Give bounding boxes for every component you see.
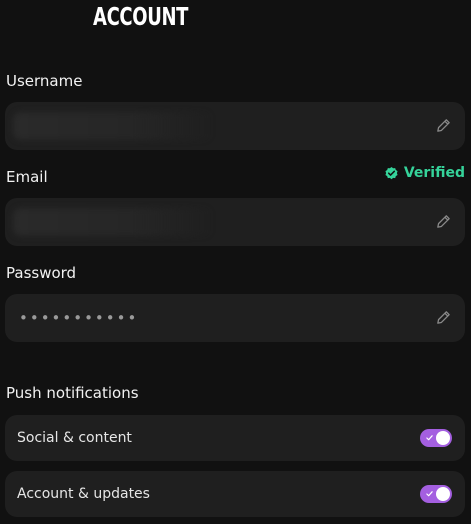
check-circle-icon <box>385 166 398 179</box>
social-content-toggle[interactable] <box>420 429 452 447</box>
pencil-icon[interactable] <box>435 213 452 230</box>
email-label: Email <box>6 168 48 186</box>
toggle-knob <box>436 487 450 501</box>
email-field[interactable] <box>5 198 465 246</box>
toggle-label: Social & content <box>17 430 132 446</box>
username-field[interactable] <box>5 102 465 150</box>
toggle-row-social-content: Social & content <box>5 415 465 461</box>
password-label: Password <box>6 264 77 282</box>
account-page: ACCOUNT Username Email Verified Password… <box>0 0 471 524</box>
toggle-knob <box>436 431 450 445</box>
username-label: Username <box>6 72 83 90</box>
pencil-icon[interactable] <box>435 117 452 134</box>
account-updates-toggle[interactable] <box>420 485 452 503</box>
verified-text: Verified <box>403 165 465 181</box>
redacted-value <box>13 112 213 140</box>
pencil-icon[interactable] <box>435 309 452 326</box>
password-field[interactable]: ••••••••••• <box>5 294 465 342</box>
toggle-label: Account & updates <box>17 486 150 502</box>
redacted-value <box>13 208 213 236</box>
page-title: ACCOUNT <box>93 2 189 31</box>
check-icon <box>426 435 433 441</box>
verified-badge: Verified <box>384 165 465 181</box>
check-icon <box>426 491 433 497</box>
password-value: ••••••••••• <box>19 309 139 327</box>
push-notifications-heading: Push notifications <box>6 384 139 402</box>
toggle-row-account-updates: Account & updates <box>5 471 465 517</box>
